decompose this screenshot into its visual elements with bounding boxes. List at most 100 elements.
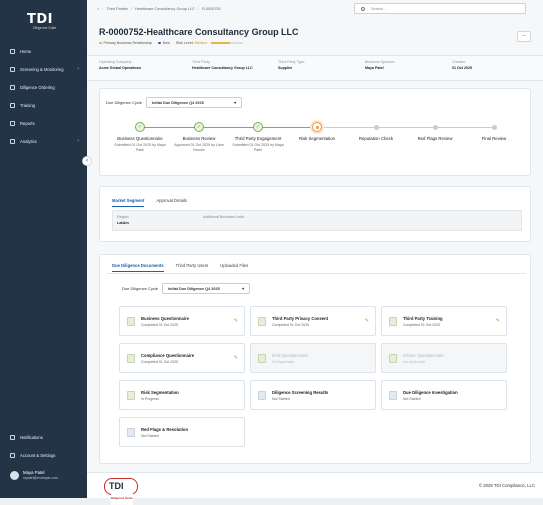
breadcrumb-third-party[interactable]: Healthcare Consultancy Group LLC [135, 7, 195, 11]
doc-cycle-label: Due Diligence Cycle [122, 286, 159, 291]
sidebar-nav: Home Screening & Monitoring › Diligence O… [0, 42, 87, 150]
info-value: Supplier [278, 66, 293, 70]
sidebar-item-account[interactable]: Account & Settings [0, 446, 87, 464]
footer-logo: TDI Diligence Suite [104, 478, 138, 505]
document-tile[interactable]: Compliance Questionnaire Completed 01 Oct… [119, 343, 245, 373]
cycle-select[interactable]: Initial Due Diligence Q4 2025 ▾ [146, 97, 243, 108]
document-status: Not Applicable [272, 360, 295, 364]
edit-icon[interactable]: ✎ [234, 318, 238, 324]
pending-step-icon [491, 124, 497, 130]
documents-card: Due Diligence Documents Third Party User… [99, 254, 531, 464]
header-tags: Primary Business Relationship New Risk L… [99, 41, 249, 45]
copyright: © 2025 TDI Compliance, LLC [478, 483, 535, 488]
info-label: Third Party: [192, 60, 211, 64]
document-title: EHS Questionnaire [272, 353, 308, 358]
sidebar-item-label: Diligence Ordering [20, 84, 55, 90]
relationship-tag-label: Primary Business Relationship [103, 41, 153, 45]
collapse-sidebar-button[interactable]: ‹ [82, 156, 92, 166]
workflow-step-label: Reputation Check [358, 136, 394, 141]
workflow-step-label: Third Party Engagement [234, 136, 282, 141]
breadcrumb-current: R-0000752 [201, 6, 221, 11]
edit-icon[interactable]: ✎ [234, 355, 238, 361]
relationship-tag: Primary Business Relationship [99, 41, 152, 45]
edit-icon[interactable]: ✎ [365, 318, 369, 324]
home-icon [10, 48, 15, 54]
sidebar-item-notifications[interactable]: Notifications [0, 428, 87, 446]
sidebar-item-reports[interactable]: Reports [0, 114, 87, 132]
document-tile[interactable]: Third Party Privacy Consent Completed 01 … [250, 306, 376, 336]
workflow-step[interactable]: Reputation Check [346, 122, 406, 143]
document-icon [127, 391, 135, 400]
footer-logo-text: TDI [109, 481, 124, 491]
document-icon [258, 391, 266, 400]
document-tile[interactable]: Due Diligence Investigation Not Started [381, 380, 507, 410]
document-tile[interactable]: Business Questionnaire Completed 01 Oct 2… [119, 306, 245, 336]
document-title: Third Party Privacy Consent [272, 316, 329, 321]
sidebar-item-screening[interactable]: Screening & Monitoring › [0, 60, 87, 78]
info-label: Operating Company: [99, 60, 133, 64]
document-tile[interactable]: Diligence Screening Results Not Started [250, 380, 376, 410]
document-title: Infosec Questionnaire [403, 353, 444, 358]
sidebar-item-training[interactable]: Training [0, 96, 87, 114]
document-icon [389, 354, 397, 363]
breadcrumb-third-parties[interactable]: Third Parties [106, 7, 128, 11]
document-icon [127, 354, 135, 363]
document-title: Risk Segmentation [141, 390, 179, 395]
workflow-step[interactable]: Final Review [464, 122, 524, 143]
user-profile[interactable]: Maya Patel mpatel@example.com [10, 470, 58, 480]
info-value: 01 Oct 2025 [452, 66, 472, 70]
risk-level-value: Medium [194, 41, 208, 45]
logo-subtitle: Diligence Suite [33, 26, 57, 30]
tag-dot-icon [99, 41, 102, 44]
tab-due-diligence-documents[interactable]: Due Diligence Documents [112, 263, 164, 272]
units-label: Additional Business Units: [203, 215, 245, 219]
chevron-down-icon: ▾ [234, 100, 237, 105]
tab-approval-details[interactable]: Approval Details [156, 198, 187, 207]
sidebar-item-ordering[interactable]: Diligence Ordering [0, 78, 87, 96]
document-title: Compliance Questionnaire [141, 353, 195, 358]
workflow-step[interactable]: Red Flags Review [405, 122, 465, 143]
workflow-step[interactable]: ✓ Third Party Engagement Submitted 01 Oct … [228, 122, 288, 153]
document-status: Not Applicable [403, 360, 426, 364]
document-title: Business Questionnaire [141, 316, 189, 321]
more-actions-button[interactable]: ··· [517, 31, 531, 42]
tab-market-segment[interactable]: Market Segment [112, 198, 145, 207]
document-icon [258, 317, 266, 326]
document-tile[interactable]: Third Party Training Completed 01 Oct 202… [381, 306, 507, 336]
training-icon [10, 102, 15, 108]
document-tile[interactable]: Risk Segmentation In Progress [119, 380, 245, 410]
workflow-step[interactable]: Risk Segmentation [287, 122, 347, 143]
tab-third-party-users[interactable]: Third Party Users [176, 263, 209, 272]
doc-cycle-select[interactable]: Initial Due Diligence Q4 2025 ▾ [162, 283, 251, 294]
search-input[interactable]: Search... [354, 3, 526, 14]
workflow-step-subtitle: Submitted 01 Oct 2025 by Maya Patel [114, 143, 166, 152]
footer: TDI Diligence Suite © 2025 TDI Compliance… [87, 472, 543, 505]
sidebar-item-label: Account & Settings [20, 452, 56, 458]
tab-uploaded-files[interactable]: Uploaded Files [220, 263, 248, 272]
cycle-label: Due Diligence Cycle [106, 100, 143, 105]
document-tile[interactable]: Red Flags & Resolution Not Started [119, 417, 245, 447]
document-icon [127, 317, 135, 326]
workflow-step-label: Business Review [182, 136, 216, 141]
breadcrumb-separator: / [197, 6, 199, 11]
workflow-step[interactable]: ✓ Business Questionnaire Submitted 01 Oct … [110, 122, 170, 153]
sidebar-item-home[interactable]: Home [0, 42, 87, 60]
sidebar-item-label: Notifications [20, 434, 43, 440]
status-badge: New [158, 41, 170, 45]
workflow-step[interactable]: ✓ Business Review Approved 01 Oct 2025 by … [169, 122, 229, 153]
document-title: Diligence Screening Results [272, 390, 329, 395]
edit-icon[interactable]: ✎ [496, 318, 500, 324]
workflow-card: Due Diligence Cycle Initial Due Diligenc… [99, 88, 531, 176]
document-tabs: Due Diligence Documents Third Party User… [112, 263, 260, 272]
workflow-step-label: Risk Segmentation [298, 136, 336, 141]
screening-icon [10, 66, 15, 72]
info-label: Created: [452, 60, 466, 64]
sidebar-item-analytics[interactable]: Analytics › [0, 132, 87, 150]
avatar [10, 470, 19, 480]
info-label: Third Party Type: [278, 60, 306, 64]
risk-level-label: Risk Level: [175, 41, 194, 45]
document-status: Not Started [141, 434, 159, 438]
workflow-step-subtitle: Submitted 01 Oct 2025 by Maya Patel [232, 143, 284, 152]
document-status: Completed 01 Oct 2025 [141, 360, 178, 364]
home-icon[interactable]: ⌂ [97, 7, 99, 11]
